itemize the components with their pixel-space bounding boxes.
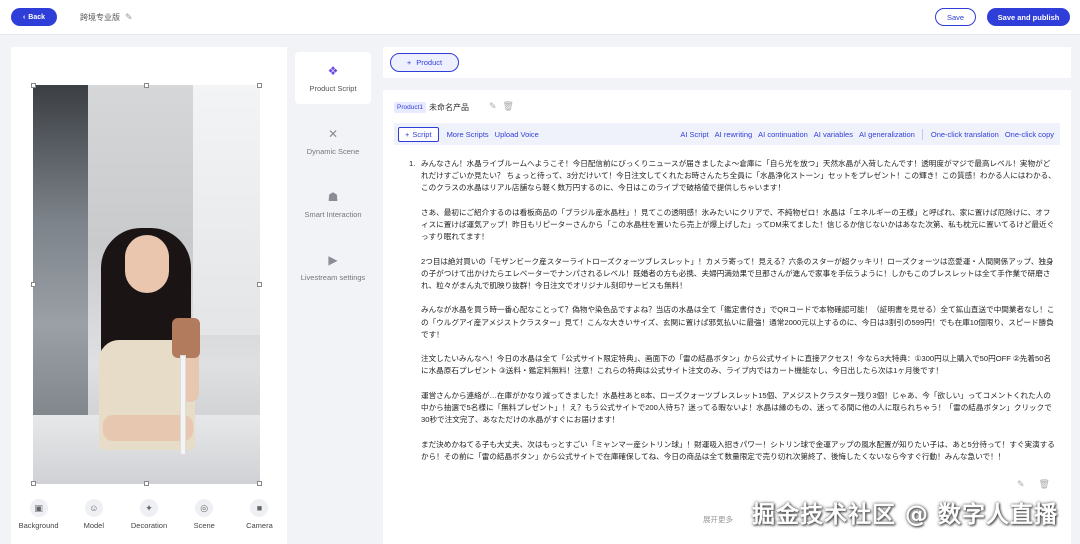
ai-variables-link[interactable]: AI variables <box>814 130 853 139</box>
add-product-button[interactable]: + Product <box>390 53 459 72</box>
ai-script-link[interactable]: AI Script <box>680 130 708 139</box>
image-icon: ▣ <box>29 499 48 517</box>
nav-smart-interaction[interactable]: ☗ Smart Interaction <box>295 178 371 230</box>
dynamic-scene-icon: ✕ <box>327 126 339 141</box>
project-title-text: 跨境专业版 <box>80 13 120 22</box>
script-editor: Product1 未命名产品 ✎ 🗑 + Script More Scripts… <box>383 90 1071 544</box>
sparkle-icon: ✦ <box>140 499 158 517</box>
script-paragraph: まだ決めかねてる子も大丈夫、次はもっとすごい「ミャンマー産シトリン球」！財運吸入… <box>421 439 1055 461</box>
nav-livestream-settings[interactable]: ▶ Livestream settings <box>295 241 371 293</box>
tool-decoration[interactable]: ✦ Decoration <box>121 499 176 539</box>
save-button[interactable]: Save <box>935 8 976 26</box>
plus-icon: + <box>405 129 410 139</box>
script-paragraph: みんなが水晶を買う時一番心配なことって？偽物や染色品ですよね？当店の水晶は全て「… <box>421 305 1055 339</box>
one-click-copy-link[interactable]: One-click copy <box>1005 130 1054 139</box>
divider <box>921 128 923 140</box>
save-and-publish-button[interactable]: Save and publish <box>987 8 1070 26</box>
video-icon: ▶ <box>328 252 338 267</box>
watermark: 掘金技术社区 @ 数字人直播 <box>752 502 1059 528</box>
trash-icon[interactable]: 🗑 <box>503 101 514 112</box>
top-bar: ‹ Back 跨境专业版 ✎ Save Save and publish <box>0 0 1080 35</box>
tool-model[interactable]: ☺ Model <box>66 499 121 539</box>
edit-pencil-icon[interactable]: ✎ <box>125 12 133 23</box>
preview-toolbar: ▣ Background ☺ Model ✦ Decoration ◎ Scen… <box>11 499 287 539</box>
script-text[interactable]: 1. みんなさん！水晶ライブルームへようこそ！今日配信前にびっくりニュースが届き… <box>405 158 1057 475</box>
resize-handle[interactable] <box>257 481 262 486</box>
upload-voice-link[interactable]: Upload Voice <box>495 130 539 139</box>
phone-stand <box>180 355 186 455</box>
script-paragraph: 運営さんから連絡が…在庫がかなり減ってきました！水晶柱あと8本、ローズクォーツブ… <box>421 390 1052 425</box>
product-name: 未命名产品 <box>429 103 469 112</box>
location-icon: ◎ <box>195 499 214 517</box>
tool-background[interactable]: ▣ Background <box>11 499 66 539</box>
chevron-left-icon: ‹ <box>22 13 26 21</box>
resize-handle[interactable] <box>144 481 149 486</box>
phone <box>172 318 200 358</box>
resize-handle[interactable] <box>257 83 262 88</box>
resize-handle[interactable] <box>257 282 262 287</box>
item-number: 1. <box>409 159 416 168</box>
edit-pencil-icon[interactable]: ✎ <box>1017 479 1025 490</box>
script-paragraph: 2つ目は絶対買いの「モザンビーク産スターライトローズクォーツブレスレット」！カメ… <box>421 256 1054 290</box>
robot-icon: ☗ <box>327 189 339 204</box>
product-tag[interactable]: Product1 <box>394 102 427 113</box>
side-nav: ❖ Product Script ✕ Dynamic Scene ☗ Smart… <box>295 47 373 544</box>
camera-icon: ■ <box>250 499 269 517</box>
product-bar: + Product <box>383 47 1071 78</box>
trash-icon[interactable]: 🗑 <box>1039 479 1050 490</box>
ai-rewriting-link[interactable]: AI rewriting <box>715 130 753 139</box>
resize-handle[interactable] <box>31 282 36 287</box>
script-paragraph: 注文したいみんなへ！今日の水晶は全て「公式サイト限定特典」、画面下の「雷の結晶ボ… <box>421 354 1052 376</box>
nav-product-script[interactable]: ❖ Product Script <box>295 52 371 104</box>
back-button[interactable]: ‹ Back <box>11 8 57 26</box>
ai-continuation-link[interactable]: AI continuation <box>758 130 808 139</box>
back-label: Back <box>28 13 46 21</box>
project-title: 跨境专业版 ✎ <box>80 12 133 23</box>
nav-dynamic-scene[interactable]: ✕ Dynamic Scene <box>295 115 371 167</box>
avatar-preview[interactable] <box>33 85 260 484</box>
expand-more-link[interactable]: 展开更多 <box>703 514 733 525</box>
tool-camera[interactable]: ■ Camera <box>232 499 287 539</box>
preview-panel: ▣ Background ☺ Model ✦ Decoration ◎ Scen… <box>11 47 287 544</box>
plus-icon: + <box>406 58 412 67</box>
product-script-icon: ❖ <box>327 63 339 78</box>
ai-generalization-link[interactable]: AI generalization <box>859 130 915 139</box>
tool-scene[interactable]: ◎ Scene <box>177 499 232 539</box>
script-paragraph: さあ、最初にご紹介するのは看板商品の「ブラジル産水晶柱」！見てこの透明感！氷みた… <box>421 207 1055 242</box>
one-click-translation-link[interactable]: One-click translation <box>931 130 999 139</box>
add-script-button[interactable]: + Script <box>398 126 439 142</box>
resize-handle[interactable] <box>31 481 36 486</box>
edit-pencil-icon[interactable]: ✎ <box>489 101 497 112</box>
script-toolbar: + Script More Scripts Upload Voice AI Sc… <box>394 123 1060 145</box>
resize-handle[interactable] <box>31 83 36 88</box>
more-scripts-link[interactable]: More Scripts <box>447 130 489 139</box>
resize-handle[interactable] <box>144 83 149 88</box>
person-icon: ☺ <box>84 499 103 517</box>
script-paragraph: みんなさん！水晶ライブルームへようこそ！今日配信前にびっくりニュースが届きました… <box>421 159 1056 193</box>
